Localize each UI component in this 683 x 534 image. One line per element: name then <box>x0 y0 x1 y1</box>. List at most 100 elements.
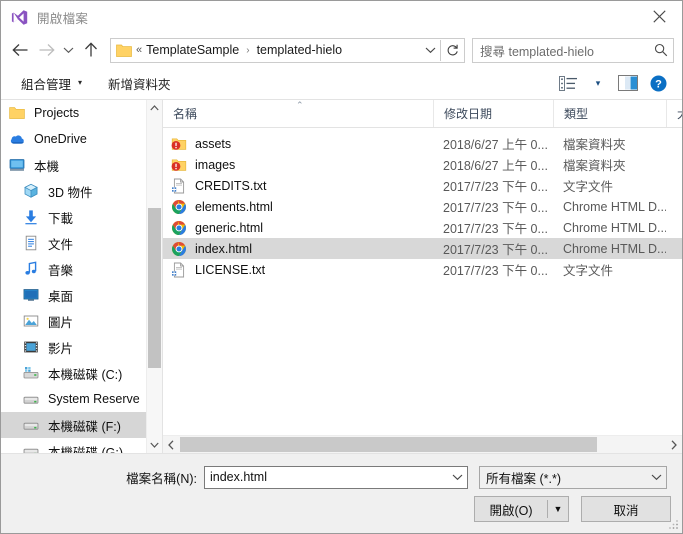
sidebar-item-label: OneDrive <box>34 132 87 146</box>
drive-icon-icon-wrap <box>23 417 39 433</box>
breadcrumb-item-0[interactable]: TemplateSample <box>146 43 239 57</box>
column-header-name[interactable]: 名稱 ⌃ <box>163 100 433 127</box>
search-input[interactable]: 搜尋 templated-hielo <box>473 41 649 60</box>
forward-button[interactable] <box>33 37 59 63</box>
videos-icon <box>24 341 38 353</box>
breadcrumb-separator-0[interactable]: › <box>239 45 256 56</box>
column-header-type[interactable]: 類型 <box>553 100 666 127</box>
organize-button[interactable]: 組合管理 ▾ <box>15 70 88 97</box>
open-button[interactable]: 開啟(O) <box>475 497 547 521</box>
sidebar-item-0[interactable]: Projects <box>1 100 146 126</box>
sidebar-item-10[interactable]: 本機磁碟 (C:) <box>1 360 146 386</box>
address-dropdown-button[interactable] <box>420 46 440 54</box>
sidebar-item-8[interactable]: 圖片 <box>1 308 146 334</box>
drive-icon <box>21 390 41 408</box>
sidebar-item-7[interactable]: 桌面 <box>1 282 146 308</box>
folder-icon <box>7 104 27 122</box>
sidebar-item-12[interactable]: 本機磁碟 (F:) <box>1 412 146 438</box>
table-row[interactable]: generic.html 2017/7/23 下午 0... Chrome HTML… <box>163 217 682 238</box>
search-button[interactable] <box>649 43 673 57</box>
cancel-button[interactable]: 取消 <box>581 496 671 522</box>
help-button[interactable]: ? <box>644 71 672 95</box>
table-row[interactable]: CREDITS.txt 2017/7/23 下午 0... 文字文件 <box>163 175 682 196</box>
file-name-cell[interactable]: elements.html <box>163 199 433 215</box>
column-header-date[interactable]: 修改日期 <box>433 100 553 127</box>
search-box[interactable]: 搜尋 templated-hielo <box>472 37 674 63</box>
file-date-cell: 2018/6/27 上午 0... <box>443 138 548 152</box>
sidebar-item-4[interactable]: 下載 <box>1 204 146 230</box>
new-folder-button[interactable]: 新增資料夾 <box>102 70 177 97</box>
text-file-icon <box>172 178 185 193</box>
column-header-date-label: 修改日期 <box>444 107 493 121</box>
sidebar-scroll-up-button[interactable] <box>147 100 162 116</box>
sidebar-item-2[interactable]: 本機 <box>1 152 146 178</box>
column-header-size[interactable]: 大 <box>666 100 682 127</box>
address-overflow-indicator[interactable]: « <box>136 44 142 56</box>
breadcrumb-item-1[interactable]: templated-hielo <box>257 43 342 57</box>
sidebar-item-5[interactable]: 文件 <box>1 230 146 256</box>
drive-icon <box>23 422 39 430</box>
file-name-cell[interactable]: assets <box>163 136 433 152</box>
file-type-filter-value: 所有檔案 (*.*) <box>486 471 562 486</box>
sidebar-scrollbar[interactable] <box>146 100 162 453</box>
preview-pane-button[interactable] <box>614 71 642 95</box>
open-file-dialog: 開啟檔案 « TemplateSample › templated-hielo … <box>0 0 683 534</box>
system-drive-icon <box>21 364 41 382</box>
pictures-icon-icon-wrap <box>23 313 39 329</box>
open-dropdown-button[interactable]: ▼ <box>548 497 568 521</box>
file-type-filter-combobox[interactable]: 所有檔案 (*.*) <box>479 465 667 489</box>
table-row[interactable]: elements.html 2017/7/23 下午 0... Chrome HTM… <box>163 196 682 217</box>
sidebar-item-13[interactable]: 本機磁碟 (G:) <box>1 438 146 453</box>
back-button[interactable] <box>7 37 33 63</box>
sidebar-item-3[interactable]: 3D 物件 <box>1 178 146 204</box>
resize-grip-icon[interactable] <box>667 518 679 530</box>
filename-label: 檔案名稱(N): <box>126 471 197 486</box>
close-button[interactable] <box>637 1 682 32</box>
file-name-cell[interactable]: LICENSE.txt <box>163 262 433 278</box>
table-row[interactable]: assets 2018/6/27 上午 0... 檔案資料夾 <box>163 133 682 154</box>
file-list-horizontal-scrollbar[interactable] <box>163 435 682 453</box>
view-options-button[interactable] <box>554 71 582 95</box>
filename-dropdown-button[interactable] <box>447 473 467 481</box>
filename-input[interactable]: index.html <box>205 470 447 484</box>
file-type-cell: Chrome HTML D... <box>563 241 666 256</box>
chevron-down-icon <box>452 474 462 481</box>
sidebar-scroll-down-button[interactable] <box>147 437 162 453</box>
chrome-icon <box>172 199 186 214</box>
downloads-icon-icon-wrap <box>23 209 39 225</box>
file-name-cell[interactable]: index.html <box>163 241 433 257</box>
refresh-button[interactable] <box>440 39 464 61</box>
file-name-cell[interactable]: CREDITS.txt <box>163 178 433 194</box>
chrome-icon <box>171 199 187 215</box>
file-type-filter-dropdown-button[interactable] <box>646 473 666 481</box>
file-date-cell: 2017/7/23 下午 0... <box>443 180 548 194</box>
sidebar-item-9[interactable]: 影片 <box>1 334 146 360</box>
file-name-cell[interactable]: generic.html <box>163 220 433 236</box>
sidebar-item-1[interactable]: OneDrive <box>1 126 146 152</box>
filename-combobox[interactable]: index.html <box>204 465 468 489</box>
table-row[interactable]: index.html 2017/7/23 下午 0... Chrome HTML D… <box>163 238 682 259</box>
sidebar-scroll-thumb[interactable] <box>148 208 161 368</box>
open-split-button[interactable]: 開啟(O) ▼ <box>474 496 569 522</box>
help-icon: ? <box>650 75 666 91</box>
table-row[interactable]: images 2018/6/27 上午 0... 檔案資料夾 <box>163 154 682 175</box>
hscroll-track[interactable] <box>180 436 665 453</box>
up-button[interactable] <box>78 37 104 63</box>
hscroll-left-button[interactable] <box>163 436 180 453</box>
visual-studio-logo-icon <box>11 9 28 25</box>
organize-label: 組合管理 <box>21 77 72 92</box>
address-bar[interactable]: « TemplateSample › templated-hielo <box>110 37 465 63</box>
music-icon <box>21 260 41 278</box>
navigation-tree: Projects OneDrive 本機 3D 物件 下載 文件 音樂 桌面 圖片 影片 本機磁碟 … <box>1 100 146 453</box>
file-name-cell[interactable]: images <box>163 157 433 173</box>
sidebar-item-11[interactable]: System Reserve <box>1 386 146 412</box>
sidebar-item-6[interactable]: 音樂 <box>1 256 146 282</box>
file-type-cell: 檔案資料夾 <box>563 138 626 152</box>
file-name-label: assets <box>195 136 232 151</box>
recent-locations-button[interactable] <box>59 37 78 63</box>
view-options-dropdown[interactable]: ▾ <box>584 71 612 95</box>
hscroll-right-button[interactable] <box>665 436 682 453</box>
dialog-footer: 檔案名稱(N): index.html 所有檔案 (*.*) 開啟(O) ▼ 取… <box>1 453 682 533</box>
hscroll-thumb[interactable] <box>180 437 598 452</box>
table-row[interactable]: LICENSE.txt 2017/7/23 下午 0... 文字文件 <box>163 259 682 280</box>
